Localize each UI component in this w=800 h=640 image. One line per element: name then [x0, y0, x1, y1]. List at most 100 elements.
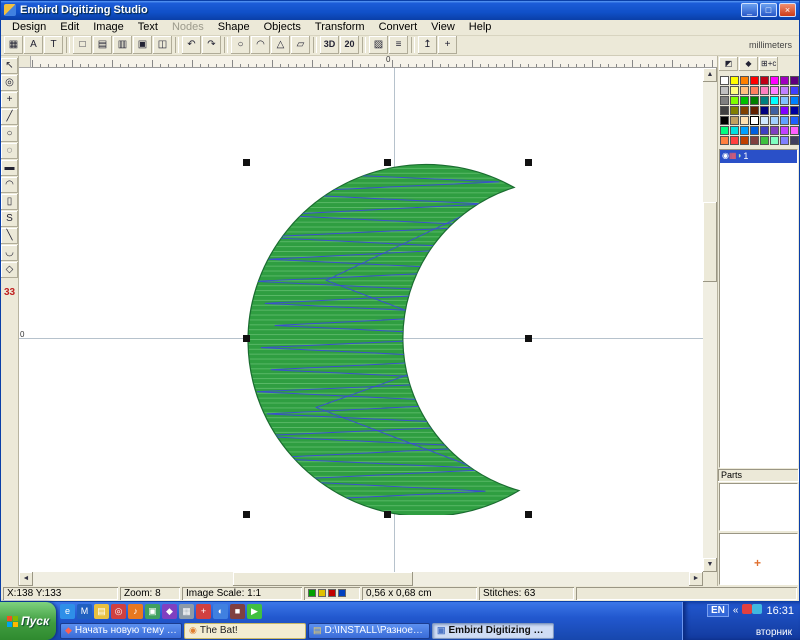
menu-nodes[interactable]: Nodes	[165, 20, 211, 34]
color-swatch[interactable]	[770, 76, 779, 85]
color-swatch[interactable]	[750, 96, 759, 105]
horizontal-scrollbar[interactable]	[19, 572, 703, 586]
color-swatch[interactable]	[760, 96, 769, 105]
taskbar-task-2[interactable]: ▤D:\INSTALL\Разное\Embird	[308, 623, 430, 639]
stitch-simulator-button[interactable]: 20	[340, 36, 359, 54]
color-swatch[interactable]	[740, 136, 749, 145]
color-swatch[interactable]	[740, 126, 749, 135]
clock[interactable]: 16:31	[766, 605, 794, 617]
menu-design[interactable]: Design	[5, 20, 53, 34]
menu-shape[interactable]: Shape	[211, 20, 257, 34]
minimize-button[interactable]: _	[741, 3, 758, 17]
object-list-row-1[interactable]: ◉▦◑ 1	[720, 150, 797, 163]
vertical-scroll-thumb[interactable]	[703, 202, 717, 282]
color-swatch[interactable]	[740, 116, 749, 125]
color-swatch[interactable]	[770, 106, 779, 115]
maximize-button[interactable]: □	[760, 3, 777, 17]
ql-media-player[interactable]: ◎	[111, 604, 126, 619]
color-swatch[interactable]	[770, 86, 779, 95]
taskbar-task-3[interactable]: ▣Embird Digitizing Stud...	[432, 623, 554, 639]
node-edit-tool[interactable]: ◇	[1, 262, 18, 278]
menu-text[interactable]: Text	[131, 20, 165, 34]
fill-region-tool[interactable]: ▬	[1, 160, 18, 176]
tray-icon-blue[interactable]	[752, 604, 762, 614]
color-swatch[interactable]	[750, 126, 759, 135]
start-button[interactable]: Пуск	[0, 602, 56, 640]
color-swatch[interactable]	[730, 96, 739, 105]
ql-desktop[interactable]: ▦	[179, 604, 194, 619]
color-swatch[interactable]	[720, 86, 729, 95]
color-swatch[interactable]	[750, 116, 759, 125]
color-swatch[interactable]	[720, 126, 729, 135]
line-tool[interactable]: ╲	[1, 228, 18, 244]
selection-handle[interactable]	[243, 159, 250, 166]
selection-handle[interactable]	[525, 335, 532, 342]
title-bar[interactable]: Embird Digitizing Studio _ □ ×	[1, 1, 799, 20]
color-swatch[interactable]	[730, 76, 739, 85]
horizontal-scroll-track[interactable]	[33, 572, 689, 586]
menu-help[interactable]: Help	[462, 20, 499, 34]
color-swatch[interactable]	[790, 136, 799, 145]
menu-edit[interactable]: Edit	[53, 20, 86, 34]
color-swatch[interactable]	[770, 116, 779, 125]
lettering-button[interactable]: A	[24, 36, 43, 54]
open-design-button[interactable]: ▤	[93, 36, 112, 54]
vertical-scrollbar[interactable]	[703, 68, 717, 572]
color-swatch[interactable]	[740, 106, 749, 115]
arc-tool[interactable]: ◡	[1, 245, 18, 261]
ql-explorer[interactable]: ▣	[145, 604, 160, 619]
copy-button[interactable]: ◫	[153, 36, 172, 54]
color-swatch[interactable]	[720, 76, 729, 85]
color-swatch[interactable]	[720, 106, 729, 115]
color-swatch[interactable]	[790, 126, 799, 135]
pointer-tool[interactable]: ↖	[1, 58, 18, 74]
design-canvas[interactable]: 0	[19, 68, 703, 572]
color-swatch[interactable]	[780, 76, 789, 85]
menu-view[interactable]: View	[424, 20, 462, 34]
ql-archive[interactable]: ■	[230, 604, 245, 619]
color-swatch[interactable]	[760, 126, 769, 135]
color-swatch[interactable]	[760, 76, 769, 85]
redo-button[interactable]: ↷	[202, 36, 221, 54]
palette-config-button[interactable]: ⊞+c	[759, 57, 778, 71]
scroll-up-button[interactable]	[703, 68, 717, 82]
color-swatch[interactable]	[780, 96, 789, 105]
tray-icon-red[interactable]	[742, 604, 752, 614]
color-swatch[interactable]	[760, 136, 769, 145]
measure-tool[interactable]: ╱	[1, 109, 18, 125]
taskbar-task-1[interactable]: ◉The Bat!	[184, 623, 306, 639]
ellipse-tool-button[interactable]: ○	[231, 36, 250, 54]
color-swatch[interactable]	[760, 116, 769, 125]
selection-handle[interactable]	[384, 511, 391, 518]
selection-handle[interactable]	[525, 511, 532, 518]
open-image-button[interactable]: ▥	[113, 36, 132, 54]
color-swatch[interactable]	[770, 136, 779, 145]
scroll-right-button[interactable]	[689, 572, 703, 586]
ql-folder[interactable]: ▤	[94, 604, 109, 619]
pan-tool[interactable]: +	[1, 92, 18, 108]
menu-convert[interactable]: Convert	[372, 20, 425, 34]
menu-transform[interactable]: Transform	[308, 20, 372, 34]
parts-list[interactable]	[719, 483, 798, 531]
curve-tool[interactable]: S	[1, 211, 18, 227]
color-swatch[interactable]	[790, 106, 799, 115]
color-swatch[interactable]	[720, 96, 729, 105]
ql-browser[interactable]: ◐	[213, 604, 228, 619]
ql-internet-explorer[interactable]: e	[60, 604, 75, 619]
color-swatch[interactable]	[750, 136, 759, 145]
selection-handle[interactable]	[525, 159, 532, 166]
language-indicator[interactable]: EN	[707, 604, 729, 617]
ql-player[interactable]: ▶	[247, 604, 262, 619]
color-swatch[interactable]	[740, 86, 749, 95]
color-swatch[interactable]	[730, 126, 739, 135]
view-3d-button[interactable]: 3D	[320, 36, 339, 54]
color-swatch[interactable]	[790, 116, 799, 125]
color-swatch[interactable]	[730, 116, 739, 125]
scroll-down-button[interactable]	[703, 558, 717, 572]
pattern-fill-button[interactable]: ▨	[369, 36, 388, 54]
tray-collapse-icon[interactable]: «	[733, 605, 739, 616]
outline-tool[interactable]: ◠	[1, 177, 18, 193]
lasso-tool[interactable]: ◌	[1, 143, 18, 159]
close-button[interactable]: ×	[779, 3, 796, 17]
vertical-scroll-track[interactable]	[703, 82, 717, 558]
